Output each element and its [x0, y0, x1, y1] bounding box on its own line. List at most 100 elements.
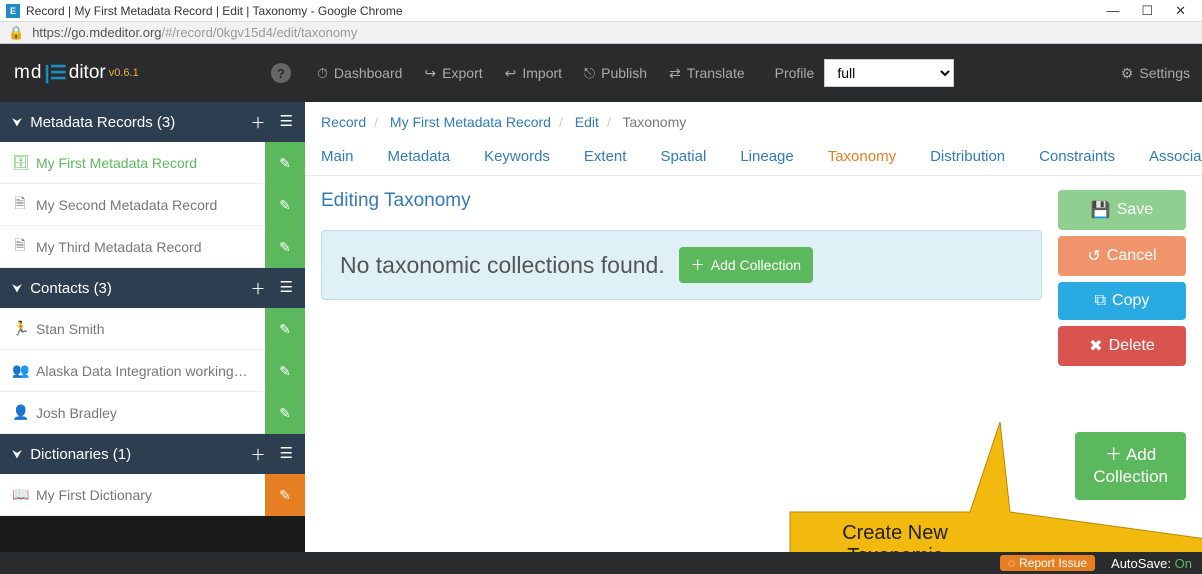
- run-icon: 🏃: [12, 320, 28, 337]
- edit-record-0-button[interactable]: ✎: [265, 142, 305, 184]
- add-collection-button[interactable]: ＋Add Collection: [679, 247, 813, 283]
- pencil-icon: ✎: [279, 321, 291, 338]
- file-icon: 🗎: [12, 235, 28, 259]
- tab-lineage[interactable]: Lineage: [740, 148, 793, 165]
- footer-bar: ◌Report Issue AutoSave: On: [0, 552, 1202, 574]
- tab-associated[interactable]: Associated: [1149, 148, 1202, 165]
- help-icon[interactable]: ?: [271, 63, 291, 83]
- edit-contact-2-button[interactable]: ✎: [265, 392, 305, 434]
- pencil-icon: ✎: [279, 239, 291, 256]
- bc-record[interactable]: Record: [321, 114, 366, 130]
- list-contacts-icon[interactable]: ☰: [280, 278, 293, 299]
- profile-label: Profile: [775, 65, 815, 81]
- tab-spatial[interactable]: Spatial: [660, 148, 706, 165]
- book-icon: 📖: [12, 486, 28, 503]
- edit-dict-0-button[interactable]: ✎: [265, 474, 305, 516]
- close-icon: ✖: [1089, 336, 1102, 356]
- sidebar-dicts-header[interactable]: ⮟ Dictionaries (1) ＋☰: [0, 434, 305, 474]
- copy-icon: ⧉: [1095, 292, 1106, 310]
- edit-contact-1-button[interactable]: ✎: [265, 350, 305, 392]
- add-contact-icon[interactable]: ＋: [251, 278, 266, 299]
- main-navbar: md |☰ ditor v0.6.1 ? ⏱Dashboard ↪Export …: [0, 44, 1202, 102]
- nav-dashboard[interactable]: ⏱Dashboard: [317, 65, 402, 82]
- tab-main[interactable]: Main: [321, 148, 354, 165]
- tab-constraints[interactable]: Constraints: [1039, 148, 1115, 165]
- save-button[interactable]: 💾Save: [1058, 190, 1186, 230]
- nav-publish[interactable]: ⎋Publish: [584, 65, 647, 82]
- sidebar-dict-0[interactable]: 📖My First Dictionary: [0, 474, 265, 516]
- pencil-icon: ✎: [279, 405, 291, 422]
- tab-distribution[interactable]: Distribution: [930, 148, 1005, 165]
- profile-select[interactable]: full: [824, 59, 954, 87]
- breadcrumb: Record/ My First Metadata Record/ Edit/ …: [305, 102, 1202, 142]
- pencil-icon: ✎: [279, 487, 291, 504]
- tab-taxonomy[interactable]: Taxonomy: [828, 148, 896, 165]
- import-icon: ↩: [505, 65, 517, 82]
- github-icon: ◌: [1008, 556, 1015, 570]
- sidebar-contact-1[interactable]: 👥Alaska Data Integration working…: [0, 350, 265, 392]
- chevron-down-icon: ⮟: [12, 447, 22, 462]
- sidebar-record-0[interactable]: 🗄My First Metadata Record: [0, 142, 265, 184]
- person-icon: 👤: [12, 404, 28, 421]
- sidebar-record-2[interactable]: 🗎My Third Metadata Record: [0, 226, 265, 268]
- edit-record-2-button[interactable]: ✎: [265, 226, 305, 268]
- tab-metadata[interactable]: Metadata: [388, 148, 451, 165]
- list-records-icon[interactable]: ☰: [280, 112, 293, 133]
- add-dict-icon[interactable]: ＋: [251, 444, 266, 465]
- nav-translate[interactable]: ⇄Translate: [669, 65, 745, 82]
- translate-icon: ⇄: [669, 65, 681, 82]
- add-collection-big-button[interactable]: ＋ Add Collection: [1075, 432, 1186, 500]
- nav-import[interactable]: ↩Import: [505, 65, 562, 82]
- browser-titlebar: E Record | My First Metadata Record | Ed…: [0, 0, 1202, 22]
- file-icon: 🗎: [12, 193, 28, 217]
- report-issue-button[interactable]: ◌Report Issue: [1000, 555, 1095, 571]
- pencil-icon: ✎: [279, 363, 291, 380]
- app-favicon: E: [6, 4, 20, 18]
- sidebar-records-header[interactable]: ⮟ Metadata Records (3) ＋☰: [0, 102, 305, 142]
- chevron-down-icon: ⮟: [12, 281, 22, 296]
- autosave-status[interactable]: AutoSave: On: [1111, 556, 1192, 571]
- window-maximize-icon[interactable]: ☐: [1141, 3, 1153, 19]
- undo-icon: ↺: [1087, 246, 1100, 266]
- url-host: https://go.mdeditor.org: [32, 25, 161, 40]
- brand-ditor: ditor: [69, 62, 106, 84]
- nav-export[interactable]: ↪Export: [424, 65, 482, 82]
- copy-button[interactable]: ⧉Copy: [1058, 282, 1186, 320]
- delete-button[interactable]: ✖Delete: [1058, 326, 1186, 366]
- list-dicts-icon[interactable]: ☰: [280, 444, 293, 465]
- tab-extent[interactable]: Extent: [584, 148, 627, 165]
- brand-e-icon: |☰: [44, 62, 66, 85]
- main-panel: Record/ My First Metadata Record/ Edit/ …: [305, 102, 1202, 552]
- window-close-icon[interactable]: ✕: [1175, 3, 1186, 19]
- window-minimize-icon[interactable]: —: [1106, 3, 1119, 19]
- bc-name[interactable]: My First Metadata Record: [390, 114, 551, 130]
- action-column: 💾Save ↺Cancel ⧉Copy ✖Delete ＋ Add Collec…: [1058, 190, 1186, 538]
- sidebar-contacts-header[interactable]: ⮟ Contacts (3) ＋☰: [0, 268, 305, 308]
- pencil-icon: ✎: [279, 155, 291, 172]
- nav-settings[interactable]: ⚙Settings: [1121, 65, 1190, 82]
- tab-keywords[interactable]: Keywords: [484, 148, 550, 165]
- browser-title-text: Record | My First Metadata Record | Edit…: [26, 4, 403, 18]
- sidebar-contact-0[interactable]: 🏃Stan Smith: [0, 308, 265, 350]
- publish-icon: ⎋: [584, 65, 595, 82]
- empty-alert: No taxonomic collections found. ＋Add Col…: [321, 230, 1042, 300]
- bc-edit[interactable]: Edit: [575, 114, 599, 130]
- plus-icon: ＋: [691, 255, 705, 275]
- sidebar-record-1[interactable]: 🗎My Second Metadata Record: [0, 184, 265, 226]
- add-record-icon[interactable]: ＋: [251, 112, 266, 133]
- alert-text: No taxonomic collections found.: [340, 252, 665, 279]
- bc-section: Taxonomy: [622, 114, 686, 130]
- sidebar-contact-2[interactable]: 👤Josh Bradley: [0, 392, 265, 434]
- dashboard-icon: ⏱: [317, 65, 328, 82]
- browser-address-bar[interactable]: 🔒 https://go.mdeditor.org/#/record/0kgv1…: [0, 22, 1202, 44]
- cancel-button[interactable]: ↺Cancel: [1058, 236, 1186, 276]
- lock-icon: 🔒: [8, 25, 24, 41]
- section-title: Editing Taxonomy: [321, 190, 1042, 212]
- pencil-icon: ✎: [279, 197, 291, 214]
- edit-contact-0-button[interactable]: ✎: [265, 308, 305, 350]
- sidebar: ⮟ Metadata Records (3) ＋☰ 🗄My First Meta…: [0, 102, 305, 552]
- edit-record-1-button[interactable]: ✎: [265, 184, 305, 226]
- chevron-down-icon: ⮟: [12, 115, 22, 130]
- brand-area[interactable]: md |☰ ditor v0.6.1 ?: [0, 44, 305, 102]
- export-icon: ↪: [424, 65, 436, 82]
